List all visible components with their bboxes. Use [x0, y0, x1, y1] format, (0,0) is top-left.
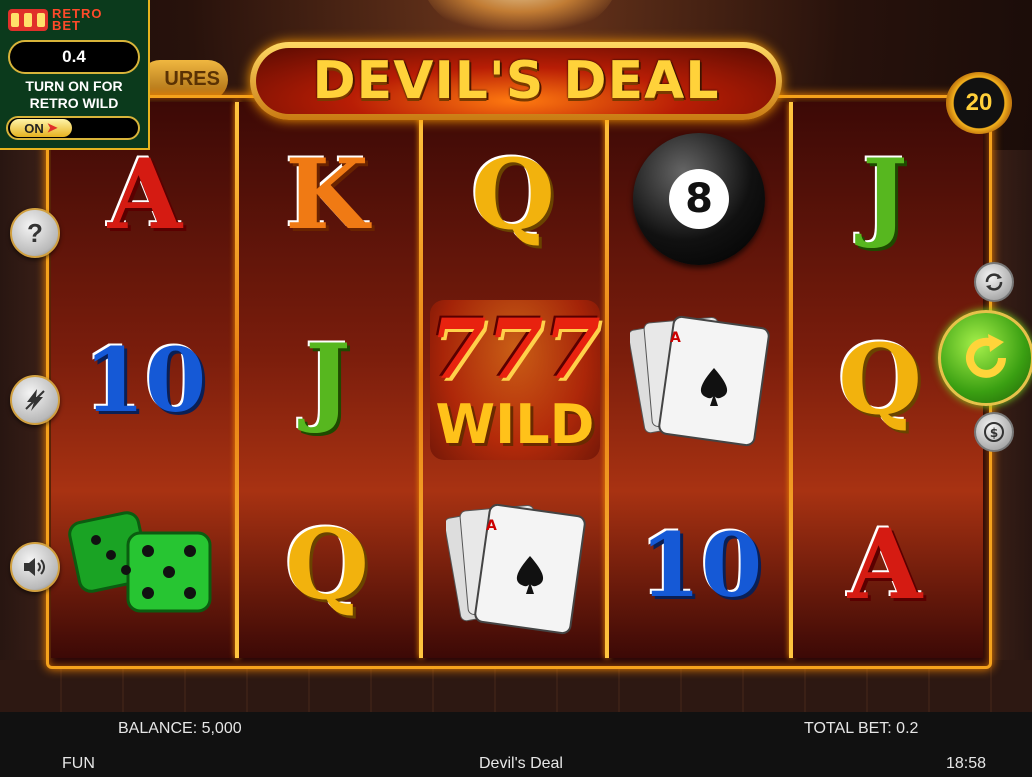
- ceiling-lamp: [420, 0, 620, 30]
- wild-label: WILD: [435, 393, 595, 456]
- play-mode-text: FUN: [62, 755, 95, 772]
- slot-reels-icon: [8, 9, 48, 31]
- game-title-plate: DEVIL'S DEAL: [250, 42, 782, 120]
- retro-bet-logo: RETRO BET: [8, 5, 122, 35]
- balance-text: BALANCE: 5,000: [118, 720, 242, 737]
- retro-bet-value: 0.4: [8, 40, 140, 74]
- symbol-10: 10: [639, 513, 763, 617]
- lines-count: 20: [965, 89, 993, 116]
- spin-arrow-icon: [966, 334, 1006, 378]
- wild-symbol: 777 WILD: [420, 290, 610, 470]
- symbol-k: K: [285, 138, 369, 251]
- wild-sevens: 777: [429, 302, 601, 398]
- repeat-icon: [985, 273, 1003, 291]
- symbol-a: A: [107, 138, 183, 251]
- status-bar: BALANCE: 5,000 TOTAL BET: 0.2 FUN Devil'…: [0, 712, 1032, 777]
- total-bet-text: TOTAL BET: 0.2: [804, 720, 919, 737]
- retro-wild-toggle[interactable]: ON ➤: [6, 116, 140, 140]
- lines-badge: 20: [946, 72, 1012, 134]
- game-name-text: Devil's Deal: [479, 755, 563, 772]
- svg-text:$: $: [990, 426, 998, 440]
- svg-text:A: A: [486, 518, 497, 534]
- turbo-button[interactable]: [10, 375, 60, 425]
- retro-bet-brand: RETRO BET: [52, 6, 103, 33]
- game-scene: URES A 10 K J Q Q 777 WILD A 8 A 10 J Q …: [0, 0, 1032, 712]
- dice-symbol: [66, 505, 226, 615]
- lightning-icon: [25, 389, 45, 411]
- retro-toggle-label: ON: [24, 120, 44, 136]
- arrow-right-icon: ➤: [46, 120, 58, 135]
- symbol-j: J: [862, 138, 908, 251]
- symbol-a: A: [847, 508, 923, 621]
- features-tab-label: URES: [164, 68, 220, 90]
- coin-icon: $: [984, 422, 1004, 442]
- game-title-inner: DEVIL'S DEAL: [256, 48, 776, 114]
- retro-wild-toggle-knob[interactable]: ON ➤: [10, 119, 72, 137]
- game-title: DEVIL'S DEAL: [312, 51, 720, 111]
- sound-button[interactable]: [10, 542, 60, 592]
- retro-bet-message: TURN ON FOR RETRO WILD: [25, 78, 123, 111]
- help-button[interactable]: ?: [10, 208, 60, 258]
- symbol-q: Q: [285, 508, 369, 621]
- autoplay-button[interactable]: [974, 262, 1014, 302]
- spin-button[interactable]: [938, 310, 1032, 406]
- aces-symbol: A: [630, 310, 770, 450]
- svg-text:A: A: [670, 330, 681, 346]
- retro-bet-panel: RETRO BET 0.4 TURN ON FOR RETRO WILD ON …: [0, 0, 150, 150]
- symbol-q: Q: [471, 138, 555, 251]
- speaker-icon: [24, 558, 45, 576]
- eight-ball-number: 8: [685, 176, 713, 222]
- features-tab[interactable]: URES: [140, 60, 228, 100]
- eight-ball-symbol: 8: [630, 130, 768, 268]
- bet-button[interactable]: $: [974, 412, 1014, 452]
- help-label: ?: [27, 217, 43, 248]
- aces-symbol: A: [446, 498, 586, 638]
- symbol-10: 10: [83, 328, 207, 432]
- symbol-j: J: [305, 323, 351, 436]
- symbol-q: Q: [838, 323, 922, 436]
- clock-text: 18:58: [946, 755, 987, 772]
